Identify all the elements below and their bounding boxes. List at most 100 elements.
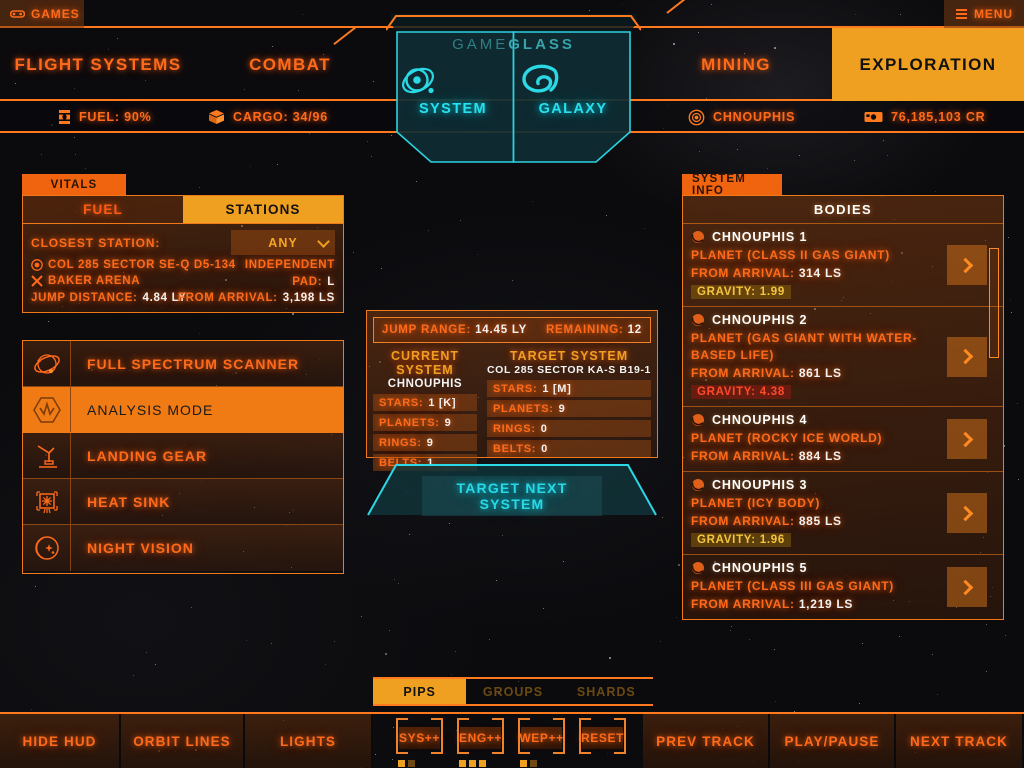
target-rings-label: RINGS: [493,423,536,435]
status-fuel: FUEL: 90% [58,101,152,133]
body-arrival-label: FROM ARRIVAL: [691,597,795,611]
scrollbar[interactable] [989,226,999,616]
lights-label: LIGHTS [280,734,336,749]
prev-track-button[interactable]: PREV TRACK [643,714,770,768]
bodies-list[interactable]: CHNOUPHIS 1 PLANET (CLASS II GAS GIANT) … [683,224,1003,619]
table-row[interactable]: CHNOUPHIS 4 PLANET (ROCKY ICE WORLD) FRO… [683,407,1003,472]
tab-stations[interactable]: STATIONS [183,196,343,223]
orbit-lines-label: ORBIT LINES [133,734,231,749]
scrollbar-thumb[interactable] [989,248,999,358]
pip-eng-label: ENG++ [460,727,501,749]
pip-eng-button[interactable]: ENG++ [450,714,511,768]
pip-sys-indicators [398,760,415,767]
target-next-system-button[interactable]: TARGET NEXT SYSTEM [366,461,658,517]
orbit-lines-button[interactable]: ORBIT LINES [121,714,245,768]
body-arrival-value: 884 LS [799,449,842,463]
tab-shards-label: SHARDS [577,685,636,699]
toggle-landing-gear-label: LANDING GEAR [71,433,207,478]
body-name-row: CHNOUPHIS 4 [691,413,943,427]
table-row[interactable]: CHNOUPHIS 2 PLANET (GAS GIANT WITH WATER… [683,307,1003,407]
pip-sys-button[interactable]: SYS++ [389,714,450,768]
bodies-header: BODIES [683,196,1003,224]
fuel-canister-icon [58,109,71,125]
body-name-row: CHNOUPHIS 3 [691,478,943,492]
nav-exploration-label: EXPLORATION [860,55,997,75]
tab-fuel-label: FUEL [83,202,123,217]
tab-galaxy-label: GALAXY [539,101,608,117]
tab-shards[interactable]: SHARDS [560,679,653,704]
ship-toggle-list: FULL SPECTRUM SCANNER ANALYSIS MODE LAND… [22,340,344,574]
station-pad-row: PAD: L [178,275,335,290]
hide-hud-label: HIDE HUD [22,734,96,749]
body-details-button[interactable] [947,245,987,285]
tab-system[interactable]: SYSTEM [398,60,508,158]
system-info-panel-tab[interactable]: SYSTEM INFO [682,174,782,195]
body-name-row: CHNOUPHIS 2 [691,313,943,327]
pip-reset-button[interactable]: RESET [572,714,633,768]
vitals-panel-tab-label: VITALS [51,179,98,191]
toggle-analysis-mode-label: ANALYSIS MODE [71,387,213,432]
table-row[interactable]: CHNOUPHIS 5 PLANET (CLASS III GAS GIANT)… [683,555,1003,619]
tab-system-label: SYSTEM [419,101,487,117]
body-details-button[interactable] [947,419,987,459]
body-arrival-value: 314 LS [799,266,842,280]
toggle-heat-sink[interactable]: HEAT SINK [23,479,343,525]
tab-stations-label: STATIONS [225,202,300,217]
status-badge: GRAVITY: 1.96 [691,533,791,547]
vitals-panel: FUEL STATIONS CLOSEST STATION: ANY COL 2… [22,195,344,313]
hamburger-icon [956,7,967,22]
nav-combat[interactable]: COMBAT [200,28,380,101]
current-system-column: CURRENT SYSTEM CHNOUPHIS STARS: 1 [K] PL… [373,349,477,453]
status-credits-label: 76,185,103 CR [891,110,986,124]
toggle-heat-sink-label: HEAT SINK [71,479,170,524]
jump-range: JUMP RANGE: 14.45 LY [382,324,527,336]
toggle-analysis-mode[interactable]: ANALYSIS MODE [23,387,343,433]
tab-fuel[interactable]: FUEL [23,196,183,223]
pip-wep-button[interactable]: WEP++ [511,714,572,768]
station-pad-label: PAD: [292,275,322,290]
target-stars-value: 1 [M] [542,383,571,395]
body-details-button[interactable] [947,337,987,377]
target-belts-label: BELTS: [493,443,536,455]
target-system-name: COL 285 SECTOR KA-S B19-1 [487,364,651,376]
vitals-tabs: FUEL STATIONS [23,196,343,224]
station-filter-select[interactable]: ANY [231,230,335,255]
play-pause-button[interactable]: PLAY/PAUSE [770,714,896,768]
jump-range-value: 14.45 LY [475,324,527,336]
pip-sys-label: SYS++ [399,727,440,749]
body-details-button[interactable] [947,493,987,533]
jump-range-label: JUMP RANGE: [382,324,471,336]
toggle-full-spectrum-scanner[interactable]: FULL SPECTRUM SCANNER [23,341,343,387]
body-arrival: FROM ARRIVAL: 861 LS [691,365,943,382]
body-arrival: FROM ARRIVAL: 314 LS [691,265,943,282]
games-button[interactable]: GAMES [0,0,84,28]
toggle-landing-gear[interactable]: LANDING GEAR [23,433,343,479]
tab-galaxy[interactable]: GALAXY [518,60,628,158]
table-row[interactable]: CHNOUPHIS 1 PLANET (CLASS II GAS GIANT) … [683,224,1003,307]
closest-station-details: COL 285 SECTOR SE-Q D5-134 BAKER ARENA J… [31,258,335,310]
nav-exploration[interactable]: EXPLORATION [832,28,1024,101]
body-name: CHNOUPHIS 2 [712,313,807,327]
body-type: PLANET (ICY BODY) [691,495,943,512]
hide-hud-button[interactable]: HIDE HUD [0,714,121,768]
next-track-button[interactable]: NEXT TRACK [896,714,1022,768]
nav-mining[interactable]: MINING [648,28,824,101]
toggle-night-vision[interactable]: NIGHT VISION [23,525,343,571]
brand-logo: GAMEGLASS [386,36,641,53]
lights-button[interactable]: LIGHTS [245,714,373,768]
table-row[interactable]: CHNOUPHIS 3 PLANET (ICY BODY) FROM ARRIV… [683,472,1003,555]
menu-button[interactable]: MENU [944,0,1024,28]
tab-groups[interactable]: GROUPS [466,679,559,704]
status-badge: GRAVITY: 4.38 [691,385,791,399]
remaining-label: REMAINING: [546,324,624,336]
station-name: BAKER ARENA [48,274,140,289]
vitals-panel-tab[interactable]: VITALS [22,174,126,195]
body-details-button[interactable] [947,567,987,607]
cargo-box-icon [208,109,225,125]
pip-reset-label: RESET [582,727,623,749]
station-system-icon [31,259,43,271]
navigation-panel: JUMP RANGE: 14.45 LY REMAINING: 12 CURRE… [366,310,658,458]
tab-pips[interactable]: PIPS [373,679,466,704]
nav-flight-systems[interactable]: FLIGHT SYSTEMS [0,28,196,101]
target-planets-value: 9 [559,403,566,415]
